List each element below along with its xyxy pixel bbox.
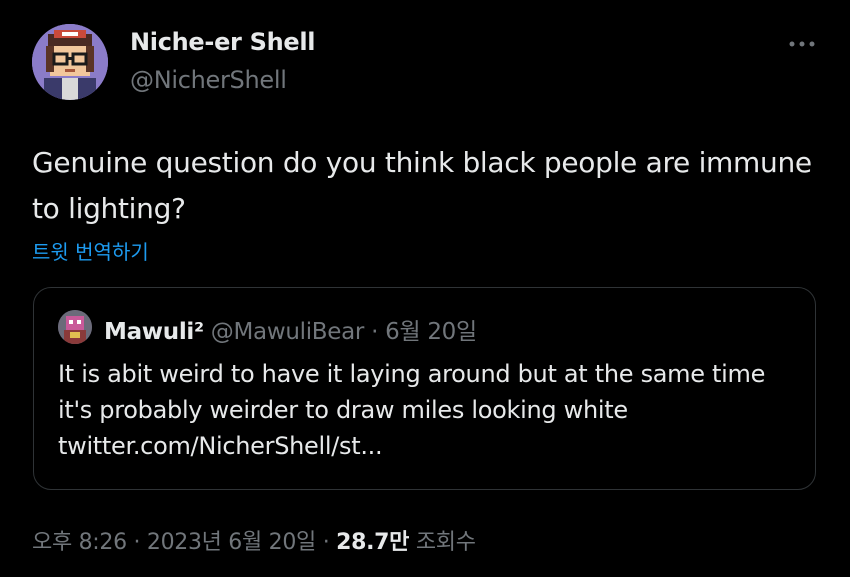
author-handle[interactable]: @NicherShell xyxy=(130,66,287,94)
tweet-time[interactable]: 오후 8:26 xyxy=(32,530,127,555)
translate-tweet-link[interactable]: 트윗 번역하기 xyxy=(32,236,149,265)
views-label: 조회수 xyxy=(415,530,476,555)
quoted-tweet-header: Mawuli² @MawuliBear · 6월 20일 xyxy=(104,312,477,346)
pixel-avatar-icon xyxy=(32,24,108,100)
quoted-handle[interactable]: @MawuliBear xyxy=(211,319,365,345)
quoted-date[interactable]: 6월 20일 xyxy=(385,319,477,345)
tweet-date[interactable]: 2023년 6월 20일 xyxy=(147,530,316,555)
more-options-button[interactable] xyxy=(784,26,820,62)
views-count: 28.7만 xyxy=(336,530,410,555)
quoted-tweet-text: It is abit weird to have it laying aroun… xyxy=(58,360,766,460)
quoted-tweet-card[interactable]: Mawuli² @MawuliBear · 6월 20일 It is abit … xyxy=(33,287,816,490)
tweet-meta: 오후 8:26 · 2023년 6월 20일 · 28.7만 조회수 xyxy=(32,524,476,556)
meta-separator: · xyxy=(322,530,330,555)
quoted-avatar-icon xyxy=(58,310,92,344)
quoted-author-avatar[interactable] xyxy=(58,310,92,344)
tweet-text: Genuine question do you think black peop… xyxy=(32,146,812,225)
quoted-display-name[interactable]: Mawuli² xyxy=(104,319,204,345)
more-icon xyxy=(789,41,815,47)
meta-separator: · xyxy=(133,530,141,555)
author-avatar[interactable] xyxy=(32,24,108,100)
quoted-separator: · xyxy=(371,319,379,345)
author-display-name[interactable]: Niche-er Shell xyxy=(130,28,316,56)
